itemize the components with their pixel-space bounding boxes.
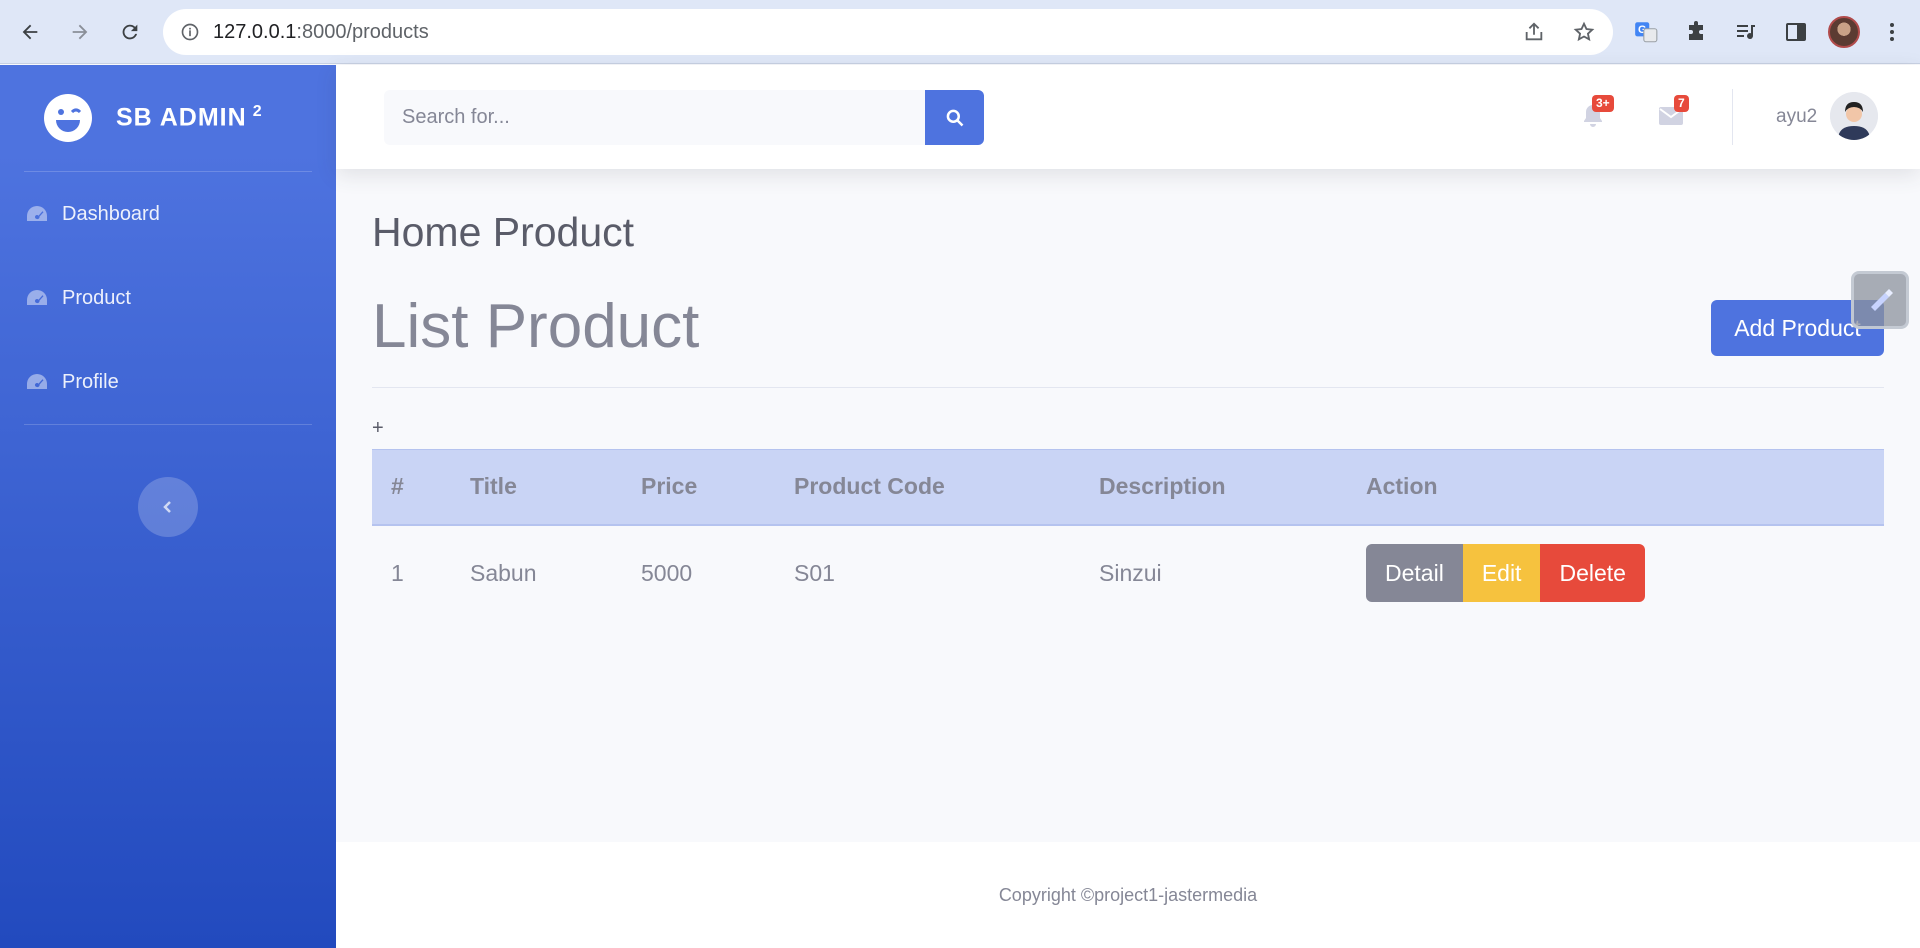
tachometer-icon xyxy=(26,289,48,307)
search-button[interactable] xyxy=(925,90,984,145)
sidebar-item-label: Dashboard xyxy=(62,202,160,225)
messages-dropdown[interactable]: 7 xyxy=(1656,95,1689,131)
cell-title: Sabun xyxy=(470,559,537,586)
url-text: 127.0.0.1:8000/products xyxy=(213,21,429,44)
content-divider xyxy=(372,387,1884,388)
cell-price: 5000 xyxy=(641,559,693,586)
reload-icon[interactable] xyxy=(110,12,150,52)
detail-button[interactable]: Detail xyxy=(1366,544,1463,602)
sidebar-item-label: Product xyxy=(62,286,131,309)
column-header: Action xyxy=(1366,473,1438,500)
sidebar-item-label: Profile xyxy=(62,370,119,393)
address-bar[interactable]: 127.0.0.1:8000/products xyxy=(163,9,1613,55)
brand[interactable]: SB ADMIN 2 xyxy=(0,65,336,171)
tachometer-icon xyxy=(26,373,48,391)
table-row: 1 Sabun 5000 S01 Sinzui Detail Edit Dele… xyxy=(372,525,1884,621)
action-button-group: Detail Edit Delete xyxy=(1366,544,1645,602)
profile-avatar[interactable] xyxy=(1828,16,1860,48)
url-host: 127.0.0.1 xyxy=(213,20,297,43)
column-header: Description xyxy=(1099,473,1226,500)
alerts-dropdown[interactable]: 3+ xyxy=(1578,95,1614,131)
translate-icon[interactable]: G xyxy=(1628,12,1664,52)
search-form xyxy=(384,90,984,145)
cell-description: Sinzui xyxy=(1099,559,1162,586)
user-avatar[interactable] xyxy=(1830,92,1878,140)
laugh-wink-icon xyxy=(44,94,92,142)
sidebar-toggle-button[interactable] xyxy=(138,477,198,537)
browser-toolbar: 127.0.0.1:8000/products G xyxy=(0,0,1920,64)
sidebar-item-profile[interactable]: Profile xyxy=(0,340,336,424)
floating-tool-icon[interactable] xyxy=(1851,271,1909,329)
share-icon[interactable] xyxy=(1519,17,1549,47)
forward-arrow-icon[interactable] xyxy=(60,12,100,52)
search-input[interactable] xyxy=(384,90,925,145)
back-arrow-icon[interactable] xyxy=(10,12,50,52)
sidebar-item-dashboard[interactable]: Dashboard xyxy=(0,172,336,256)
list-title: List Product xyxy=(372,292,700,361)
brand-text: SB ADMIN 2 xyxy=(116,103,263,132)
topbar-divider xyxy=(1732,89,1733,145)
info-icon[interactable] xyxy=(179,21,201,43)
star-icon[interactable] xyxy=(1569,17,1599,47)
side-panel-icon[interactable] xyxy=(1778,12,1814,52)
cell-actions: Detail Edit Delete xyxy=(1347,525,1884,621)
cell-code: S01 xyxy=(794,559,835,586)
edit-button[interactable]: Edit xyxy=(1462,544,1541,602)
url-path: :8000/products xyxy=(296,20,429,43)
table-header-row: # Title Price Product Code Description A… xyxy=(372,449,1884,525)
delete-button[interactable]: Delete xyxy=(1540,544,1645,602)
copyright-text: Copyright ©project1-jastermedia xyxy=(998,884,1258,905)
sidebar-item-product[interactable]: Product xyxy=(0,256,336,340)
tachometer-icon xyxy=(26,205,48,223)
brand-sup: 2 xyxy=(252,103,263,121)
menu-icon[interactable] xyxy=(1874,12,1910,52)
search-icon xyxy=(946,109,963,126)
sidebar-divider xyxy=(24,424,312,425)
alerts-badge: 3+ xyxy=(1592,95,1614,112)
footer: Copyright ©project1-jastermedia xyxy=(336,842,1920,948)
sidebar: SB ADMIN 2 Dashboard Product Profile xyxy=(0,65,336,948)
username[interactable]: ayu2 xyxy=(1776,106,1817,128)
page-title: Home Product xyxy=(372,209,635,255)
chevron-left-icon xyxy=(163,501,171,513)
column-header: Title xyxy=(470,473,517,500)
brand-name: SB ADMIN xyxy=(116,103,247,132)
column-header: # xyxy=(391,473,404,500)
topbar: 3+ 7 ayu2 xyxy=(336,65,1920,169)
extensions-icon[interactable] xyxy=(1678,12,1714,52)
column-header: Price xyxy=(641,473,698,500)
column-header: Product Code xyxy=(794,473,945,500)
main-content: Home Product List Product Add Product + … xyxy=(336,169,1920,841)
plus-text: + xyxy=(372,417,384,439)
cell-no: 1 xyxy=(391,559,404,586)
products-table: # Title Price Product Code Description A… xyxy=(372,449,1884,621)
messages-badge: 7 xyxy=(1674,95,1689,112)
media-icon[interactable] xyxy=(1728,12,1764,52)
